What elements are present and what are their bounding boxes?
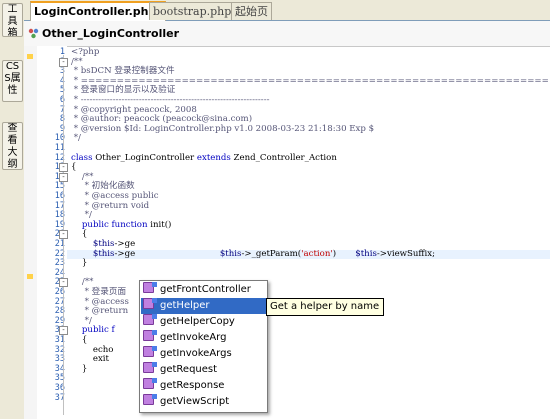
side-tab-css-properties[interactable]: CSS属性 [2,60,23,102]
autocomplete-item[interactable]: getRequest [141,362,266,378]
code-token: * bsDCN 登录控制器文件 [71,66,175,77]
code-token: * @return [71,306,129,317]
public-marker-icon [152,346,157,351]
code-token: */ [71,210,92,221]
autocomplete-item[interactable]: getInvokeArgs [141,346,266,362]
autocomplete-item-label: getInvokeArg [160,332,227,343]
fold-toggle[interactable]: - [59,326,68,336]
code-token: ) [332,248,356,259]
autocomplete-tooltip: Get a helper by name [266,298,384,316]
code-line: } [71,363,88,375]
code-line: */ [71,134,81,144]
public-marker-icon [152,362,157,367]
code-token: */ [71,315,92,326]
code-token: $this [355,248,377,259]
code-token: * 初始化函数 [71,181,135,192]
public-marker-icon [152,330,157,335]
public-marker-icon [152,314,157,319]
code-token: * @author: peacock (peacock@sina.com) [71,114,253,125]
public-marker-icon [152,282,157,287]
code-token: class [71,152,93,163]
tab-start-page[interactable]: 起始页 [231,2,272,20]
code-token: 'action' [301,248,333,259]
code-token: init() [147,219,172,230]
autocomplete-item-label: getResponse [160,380,225,391]
code-token: $this [71,239,115,249]
code-token: * --------------------------------------… [71,95,270,105]
side-tab-outline[interactable]: 查看大纲 [2,122,23,170]
side-panel: 工具箱 CSS属性 查看大纲 [0,0,25,419]
change-gutter [24,46,38,419]
fold-toggle[interactable]: - [59,172,68,182]
public-marker-icon [152,394,157,399]
autocomplete-item-label: getHelperCopy [160,316,235,327]
editor-tab-bar: LoginController.php* bootstrap.php 起始页 [24,0,550,22]
code-token: { [71,229,88,240]
code-token: public f [71,325,115,336]
autocomplete-item-label: getFrontController [160,284,251,295]
code-token: * 登录窗口的显示以及验证 [71,85,176,96]
code-token: */ [71,133,81,144]
tab-logincontroller[interactable]: LoginController.php* [30,1,167,22]
code-token: ->ge [114,248,220,259]
code-token: public function [71,219,148,230]
code-line: * @version $Id: LoginController.php v1.0… [71,123,375,135]
code-line: class Other_LoginController extends Zend… [71,152,337,164]
code-token: /** [71,277,94,288]
public-marker-icon [152,298,157,303]
code-token: } [71,363,88,374]
code-token: ->ge [114,239,136,249]
code-token: Zend_Controller_Action [230,152,337,163]
change-marker [27,54,33,59]
autocomplete-item[interactable]: getFrontController [141,282,266,298]
code-token: ->viewSuffix; [376,248,436,259]
code-token: Other_LoginController [92,152,197,163]
change-marker [27,274,33,279]
code-token: <?php [71,47,100,57]
code-token: * @access public [71,191,159,201]
code-token: $this [71,248,115,259]
code-line: $this->ge $this->_getParam('action') $th… [71,248,436,260]
fold-toggle[interactable]: - [59,163,68,173]
line-number: 37 [54,392,65,403]
code-token: extends [196,152,231,163]
autocomplete-item[interactable]: getHelper [141,298,266,314]
autocomplete-item-label: getRequest [160,364,218,375]
autocomplete-item[interactable]: getInvokeArg [141,330,266,346]
autocomplete-popup[interactable]: getFrontController getHelper getHelperCopy… [139,280,268,413]
autocomplete-item-label: getHelper [160,300,210,311]
code-token: { [71,162,77,173]
fold-toggle[interactable]: - [59,230,68,240]
code-line: } [71,258,88,269]
code-token: * @version $Id: LoginController.php v1.0… [71,123,375,134]
class-icon [28,28,39,39]
autocomplete-item[interactable]: getHelperCopy [141,314,266,330]
side-tab-toolbox[interactable]: 工具箱 [2,3,23,37]
autocomplete-item-label: getInvokeArgs [160,348,232,359]
breadcrumb[interactable]: Other_LoginController [24,21,550,47]
fold-toggle[interactable]: - [59,278,68,288]
code-token: * @access [71,296,129,307]
code-token: } [71,258,88,269]
breadcrumb-label: Other_LoginController [42,27,179,40]
autocomplete-item[interactable]: getResponse [141,378,266,394]
fold-toggle[interactable]: - [59,57,68,67]
code-token: exit [71,354,109,365]
code-token: * @return void [71,200,150,211]
tab-bootstrap[interactable]: bootstrap.php [149,2,236,20]
code-token: { [71,335,88,345]
code-token: ->_getParam( [241,248,302,259]
autocomplete-item[interactable]: getViewScript [141,394,266,410]
code-token: * 登录页面 [71,287,127,297]
code-token: $this [219,248,242,259]
public-marker-icon [152,378,157,383]
autocomplete-item-label: getViewScript [160,396,230,407]
